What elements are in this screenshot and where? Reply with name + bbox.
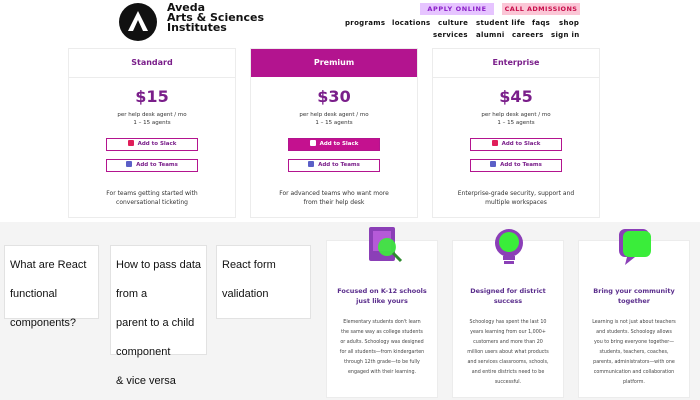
feature-card: Focused on K-12 schools just like yours … [326,227,438,398]
nav-shop[interactable]: shop [559,19,579,27]
slack-icon [309,140,316,146]
nav-careers[interactable]: careers [512,31,544,39]
feature-body: Elementary students don't learn the same… [339,320,425,375]
nav-faqs[interactable]: faqs [532,19,550,27]
plan-price: $30 [317,87,351,106]
feature-body: Learning is not just about teachers and … [592,320,676,385]
apply-online-button[interactable]: APPLY ONLINE [420,3,494,15]
slack-icon [127,140,134,146]
feature-body: Schoology has spent the last 10 years le… [467,320,549,385]
plan-per-agent: per help desk agent / mo 1 – 15 agents [481,112,551,126]
add-to-slack-button[interactable]: Add to Slack [288,138,380,151]
feature-title: Bring your community together [593,287,675,305]
feature-card: Designed for district success Schoology … [452,229,564,398]
plan-price: $15 [135,87,169,106]
add-to-slack-button[interactable]: Add to Slack [106,138,198,151]
nav-programs[interactable]: programs [345,19,385,27]
feature-title: Designed for district success [470,287,546,305]
chat-bubble-icon [619,229,651,265]
plan-price: $45 [499,87,533,106]
add-to-teams-button[interactable]: Add to Teams [470,159,562,172]
plan-per-agent: per help desk agent / mo 1 – 15 agents [117,112,187,126]
nav-culture[interactable]: culture [438,19,468,27]
call-admissions-button[interactable]: CALL ADMISSIONS [502,3,580,15]
article-card[interactable]: What are React functional components? [4,245,99,329]
feature-title: Focused on K-12 schools just like yours [337,287,427,305]
plan-per-agent: per help desk agent / mo 1 – 15 agents [299,112,369,126]
article-card[interactable]: React form validation [216,245,311,319]
nav-services[interactable]: services [433,31,468,39]
nav-student-life[interactable]: student life [476,19,525,27]
plan-card-premium: Premium $30 per help desk agent / mo 1 –… [250,48,418,218]
plan-description: Enterprise-grade security, support and m… [457,190,575,206]
lightbulb-icon [495,229,523,264]
nav-sign-in[interactable]: sign in [551,31,579,39]
teams-icon [126,161,133,167]
add-to-teams-button[interactable]: Add to Teams [106,159,198,172]
plan-name: Premium [251,49,417,77]
plan-description: For teams getting started with conversat… [106,190,198,206]
book-icon [369,227,403,263]
plan-description: For advanced teams who want more from th… [279,190,389,206]
site-header: Aveda Arts & Sciences Institutes APPLY O… [0,0,700,48]
slack-icon [491,140,498,146]
nav-alumni[interactable]: alumni [476,31,505,39]
article-card[interactable]: How to pass data from a parent to a chil… [110,245,207,387]
add-to-slack-button[interactable]: Add to Slack [470,138,562,151]
plan-name: Enterprise [433,49,599,78]
plan-card-enterprise: Enterprise $45 per help desk agent / mo … [432,48,600,218]
aveda-logo-icon[interactable] [119,3,157,41]
nav-locations[interactable]: locations [392,19,431,27]
plan-card-standard: Standard $15 per help desk agent / mo 1 … [68,48,236,218]
brand-name[interactable]: Aveda Arts & Sciences Institutes [167,2,264,33]
teams-icon [308,161,315,167]
add-to-teams-button[interactable]: Add to Teams [288,159,380,172]
teams-icon [490,161,497,167]
feature-card: Bring your community together Learning i… [578,229,690,398]
plan-name: Standard [69,49,235,78]
